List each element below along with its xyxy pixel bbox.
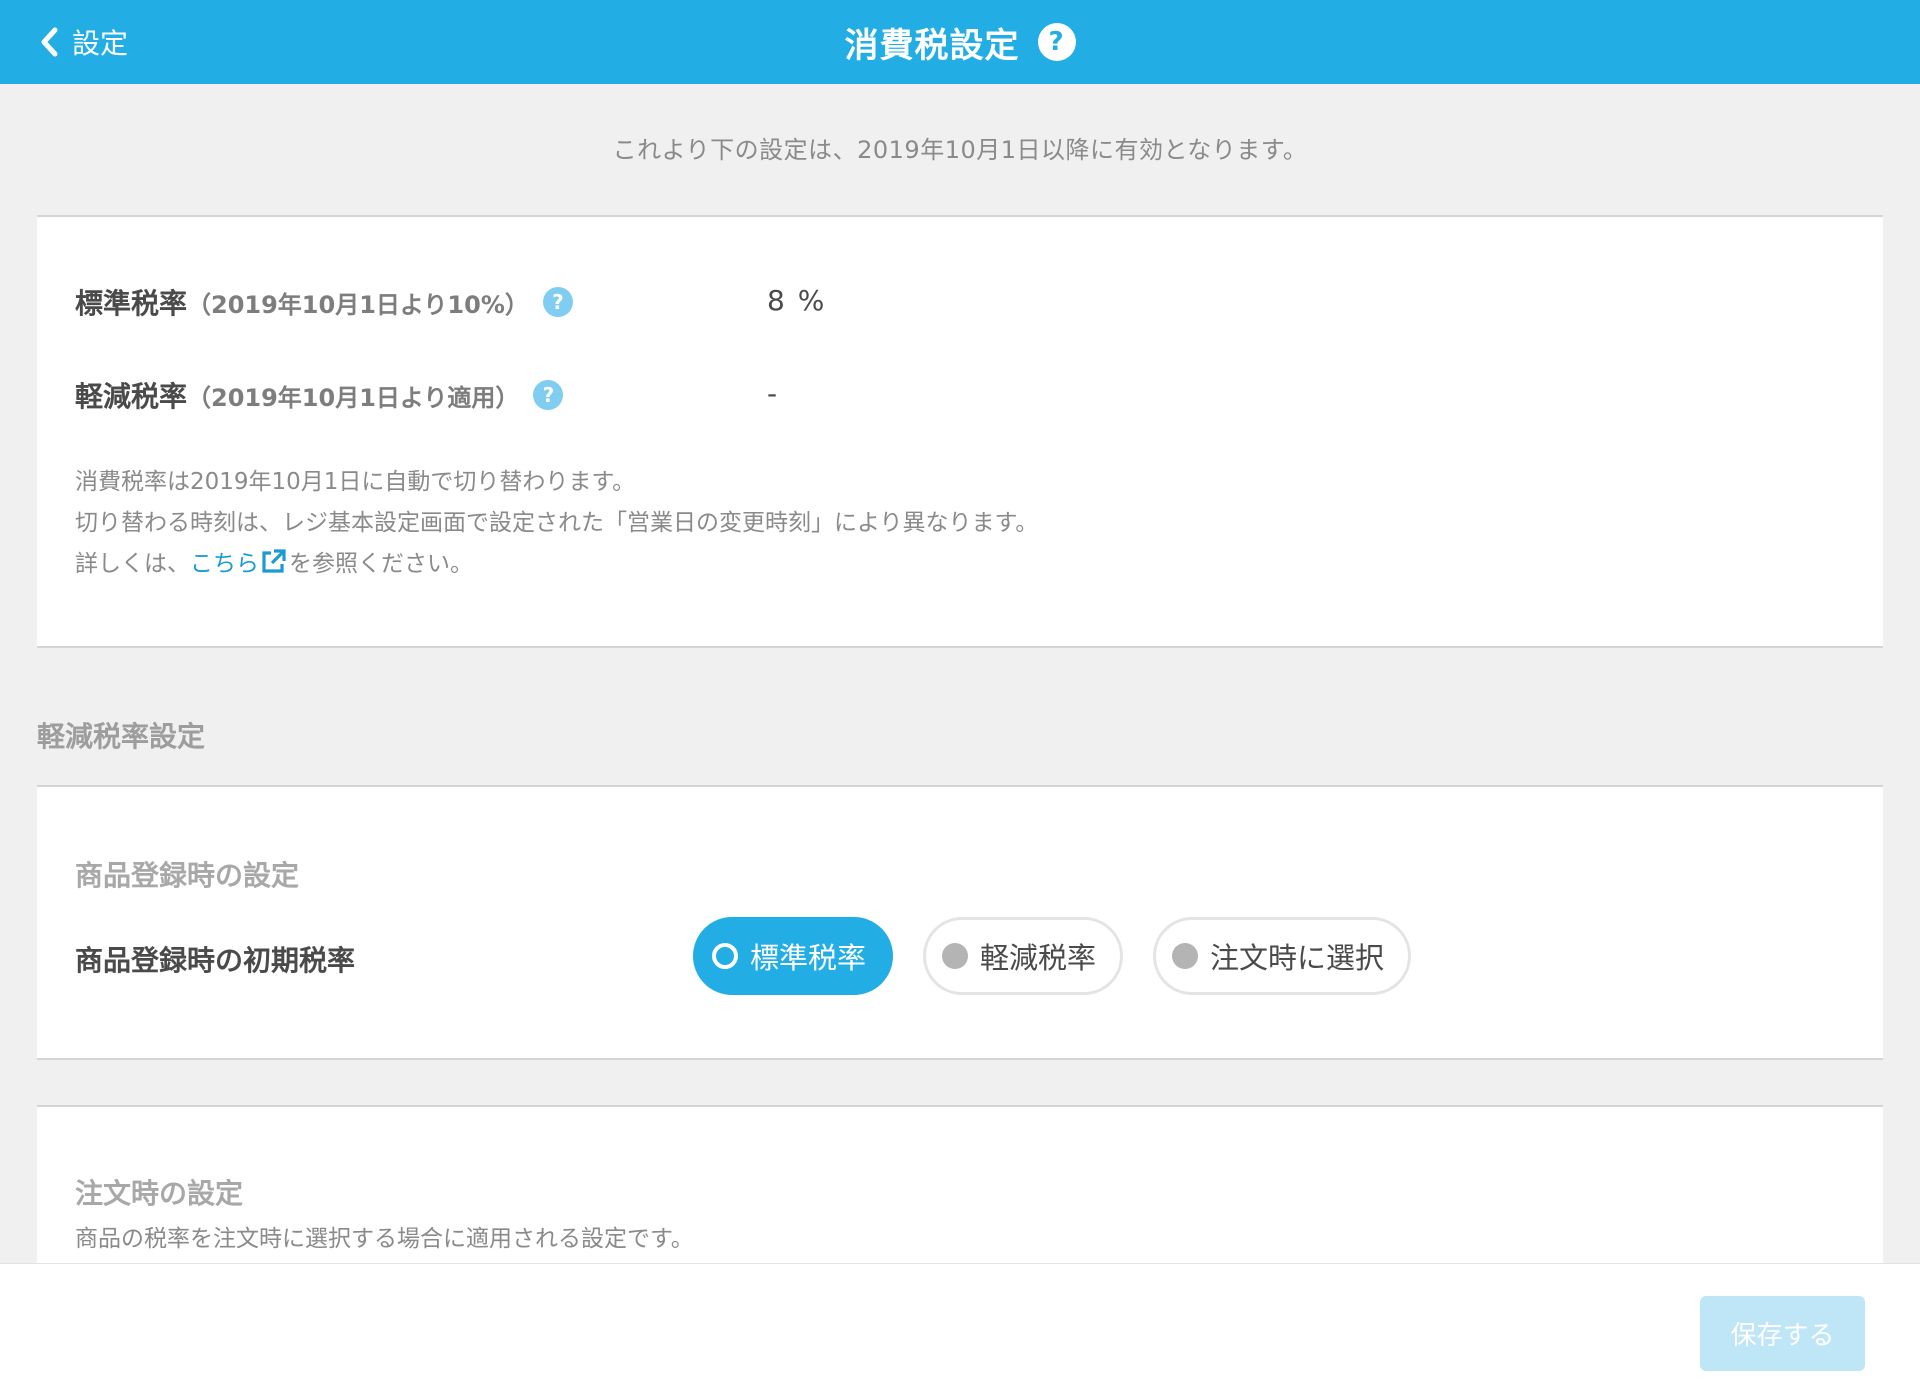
chevron-left-icon: [38, 22, 72, 62]
page-title-group: 消費税設定 ?: [845, 18, 1076, 67]
reduced-rate-value: -: [767, 377, 780, 410]
description-line-3: 詳しくは、こちら を参照ください。: [75, 544, 1038, 590]
reference-link-text: こちら: [190, 551, 259, 577]
product-registration-title: 商品登録時の設定: [75, 859, 300, 892]
standard-rate-label: 標準税率: [75, 287, 188, 320]
standard-rate-help-icon[interactable]: ?: [542, 287, 573, 317]
reduced-rate-label: 軽減税率: [75, 380, 188, 413]
order-time-title: 注文時の設定: [75, 1177, 244, 1210]
radio-select-at-order[interactable]: 注文時に選択: [1153, 917, 1412, 995]
tax-settings-page: 設定 消費税設定 ? これより下の設定は、2019年10月1日以降に有効となりま…: [0, 0, 1920, 1400]
radio-reduced-rate[interactable]: 軽減税率: [923, 917, 1124, 995]
effective-date-notice: これより下の設定は、2019年10月1日以降に有効となります。: [612, 136, 1308, 164]
radio-label: 軽減税率: [980, 941, 1097, 975]
radio-label: 標準税率: [750, 941, 867, 975]
radio-label: 注文時に選択: [1210, 941, 1385, 975]
radio-selected-icon: [712, 943, 738, 969]
app-header: 設定 消費税設定 ?: [0, 0, 1920, 84]
reduced-rate-section-title: 軽減税率設定: [37, 720, 206, 753]
back-button[interactable]: 設定: [38, 0, 128, 84]
save-button[interactable]: 保存する: [1700, 1296, 1865, 1371]
initial-tax-rate-options: 標準税率 軽減税率 注文時に選択: [693, 917, 1412, 995]
standard-rate-row: 標準税率 （2019年10月1日より10%） ?: [75, 282, 573, 322]
description-line-1: 消費税率は2019年10月1日に自動で切り替わります。: [75, 469, 636, 495]
back-label: 設定: [72, 27, 129, 60]
product-registration-card: 商品登録時の設定 商品登録時の初期税率 標準税率 軽減税率 注文時に選択: [37, 785, 1883, 1060]
reduced-rate-help-icon[interactable]: ?: [533, 380, 564, 410]
radio-unselected-icon: [942, 943, 969, 969]
reference-link[interactable]: こちら: [190, 549, 289, 577]
radio-unselected-icon: [1172, 943, 1199, 969]
description-prefix: 詳しくは、: [75, 551, 190, 577]
radio-standard-rate[interactable]: 標準税率: [693, 917, 894, 995]
footer-bar: 保存する: [0, 1263, 1920, 1400]
tax-rate-card: 標準税率 （2019年10月1日より10%） ? 8 % 軽減税率 （2019年…: [37, 215, 1883, 648]
help-icon[interactable]: ?: [1037, 23, 1076, 61]
description-line-2: 切り替わる時刻は、レジ基本設定画面で設定された「営業日の変更時刻」により異なりま…: [75, 510, 1039, 536]
page-title: 消費税設定: [844, 25, 1020, 66]
rate-switch-description: 消費税率は2019年10月1日に自動で切り替わります。 切り替わる時刻は、レジ基…: [75, 462, 1038, 590]
order-time-description: 商品の税率を注文時に選択する場合に適用される設定です。: [75, 1226, 694, 1252]
reduced-rate-row: 軽減税率 （2019年10月1日より適用） ?: [75, 375, 564, 415]
description-suffix: を参照ください。: [289, 551, 473, 577]
standard-rate-sub: （2019年10月1日より10%）: [187, 290, 529, 319]
standard-rate-value: 8 %: [767, 284, 827, 317]
initial-tax-rate-label: 商品登録時の初期税率: [75, 944, 356, 977]
reduced-rate-sub: （2019年10月1日より適用）: [187, 383, 520, 412]
external-link-icon: [259, 548, 287, 590]
